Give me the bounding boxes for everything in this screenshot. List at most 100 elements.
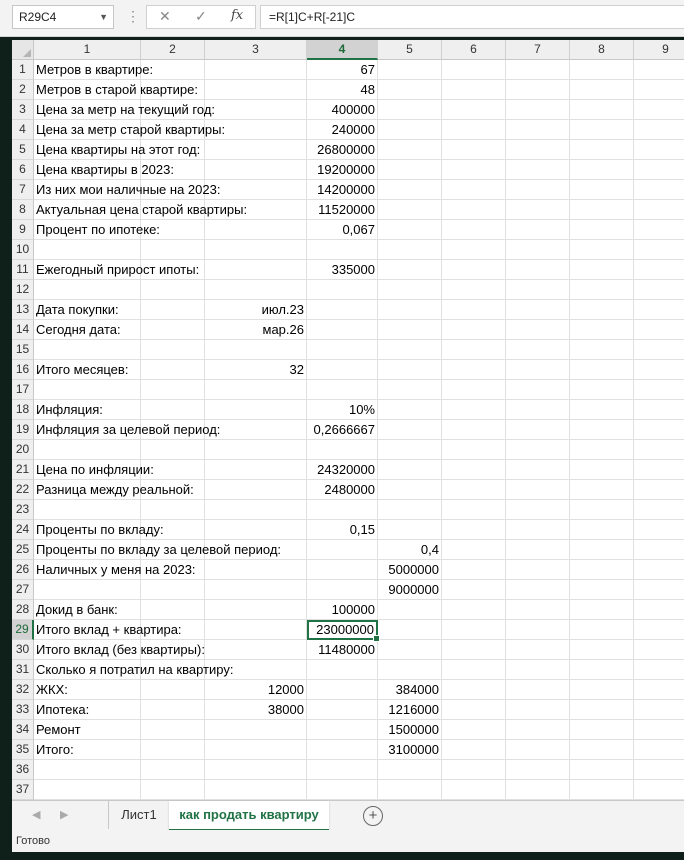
grid-cell[interactable] <box>205 440 307 460</box>
grid-cell[interactable]: Сколько я потратил на квартиру: <box>34 660 233 680</box>
grid-cell[interactable]: Цена за метр старой квартиры: <box>34 120 225 140</box>
grid-cell[interactable]: Итого вклад (без квартиры): <box>34 640 205 660</box>
row-header[interactable]: 24 <box>12 520 34 540</box>
grid-cell[interactable] <box>570 560 634 580</box>
grid-cell[interactable] <box>506 60 570 80</box>
grid-cell[interactable] <box>506 620 570 640</box>
row-header[interactable]: 29 <box>12 620 34 640</box>
row-header[interactable]: 31 <box>12 660 34 680</box>
grid-cell[interactable] <box>506 380 570 400</box>
grid-cell[interactable] <box>34 760 141 780</box>
grid-cell[interactable] <box>378 320 442 340</box>
grid-cell[interactable]: Метров в квартире: <box>34 60 153 80</box>
row-header[interactable]: 22 <box>12 480 34 500</box>
select-all-corner[interactable] <box>12 40 34 60</box>
grid-cell[interactable]: 24320000 <box>307 460 378 480</box>
grid-cell[interactable]: 48 <box>307 80 378 100</box>
grid-cell[interactable] <box>570 700 634 720</box>
row-header[interactable]: 8 <box>12 200 34 220</box>
grid-cell[interactable] <box>506 440 570 460</box>
grid-cell[interactable] <box>205 260 307 280</box>
grid-cell[interactable]: Наличных у меня на 2023: <box>34 560 196 580</box>
grid-cell[interactable] <box>442 380 506 400</box>
grid-cell[interactable] <box>506 580 570 600</box>
grid-cell[interactable] <box>442 400 506 420</box>
grid-cell[interactable] <box>506 560 570 580</box>
grid-cell[interactable]: Метров в старой квартире: <box>34 80 198 100</box>
row-header[interactable]: 20 <box>12 440 34 460</box>
grid-cell[interactable]: 335000 <box>307 260 378 280</box>
grid-cell[interactable]: Ремонт <box>34 720 141 740</box>
confirm-icon[interactable]: ✓ <box>195 8 207 25</box>
grid-cell[interactable] <box>205 780 307 800</box>
grid-cell[interactable] <box>570 780 634 800</box>
grid-cell[interactable]: 11480000 <box>307 640 378 660</box>
grid-cell[interactable] <box>378 180 442 200</box>
grid-cell[interactable] <box>506 180 570 200</box>
grid-cell[interactable] <box>378 520 442 540</box>
grid-cell[interactable] <box>205 560 307 580</box>
column-header[interactable]: 6 <box>442 40 506 60</box>
grid-cell[interactable] <box>307 700 378 720</box>
grid-cell[interactable] <box>570 140 634 160</box>
grid-cell[interactable] <box>634 600 684 620</box>
grid-cell[interactable] <box>141 400 205 420</box>
name-box[interactable]: R29C4 ▼ <box>12 5 114 29</box>
grid-cell[interactable] <box>141 340 205 360</box>
grid-cell[interactable] <box>506 720 570 740</box>
grid-cell[interactable] <box>634 660 684 680</box>
grid-cell[interactable] <box>378 760 442 780</box>
grid-cell[interactable] <box>442 580 506 600</box>
grid-cell[interactable] <box>442 360 506 380</box>
grid-cell[interactable] <box>141 240 205 260</box>
grid-cell[interactable] <box>141 500 205 520</box>
row-header[interactable]: 2 <box>12 80 34 100</box>
grid-cell[interactable] <box>442 500 506 520</box>
grid-cell[interactable] <box>442 320 506 340</box>
grid-cell[interactable] <box>141 700 205 720</box>
grid-cell[interactable] <box>570 120 634 140</box>
grid-cell[interactable] <box>34 440 141 460</box>
grid-cell[interactable] <box>141 440 205 460</box>
grid-cell[interactable] <box>307 320 378 340</box>
grid-cell[interactable] <box>442 140 506 160</box>
active-cell[interactable]: 23000000 <box>307 620 380 642</box>
grid-cell[interactable] <box>634 520 684 540</box>
grid-cell[interactable] <box>307 760 378 780</box>
grid-cell[interactable] <box>378 200 442 220</box>
grid-cell[interactable] <box>570 300 634 320</box>
grid-cell[interactable] <box>34 340 141 360</box>
spreadsheet-grid[interactable]: 12345678911Метров в квартире:672Метров в… <box>12 40 684 800</box>
grid-cell[interactable] <box>442 640 506 660</box>
grid-cell[interactable]: Разница между реальной: <box>34 480 194 500</box>
grid-cell[interactable] <box>570 420 634 440</box>
insert-function-icon[interactable]: fx <box>231 8 243 23</box>
grid-cell[interactable]: 12000 <box>205 680 307 700</box>
grid-cell[interactable] <box>141 320 205 340</box>
grid-cell[interactable] <box>141 300 205 320</box>
grid-cell[interactable] <box>205 740 307 760</box>
grid-cell[interactable] <box>570 640 634 660</box>
grid-cell[interactable] <box>378 400 442 420</box>
grid-cell[interactable] <box>141 780 205 800</box>
grid-cell[interactable] <box>378 240 442 260</box>
grid-cell[interactable] <box>634 260 684 280</box>
grid-cell[interactable]: Цена квартиры на этот год: <box>34 140 200 160</box>
formula-input[interactable]: =R[1]C+R[-21]C <box>260 5 684 29</box>
grid-cell[interactable] <box>634 460 684 480</box>
grid-cell[interactable] <box>634 420 684 440</box>
grid-cell[interactable] <box>307 660 378 680</box>
grid-cell[interactable] <box>506 640 570 660</box>
grid-cell[interactable] <box>570 320 634 340</box>
grid-cell[interactable] <box>205 480 307 500</box>
row-header[interactable]: 15 <box>12 340 34 360</box>
grid-cell[interactable]: 5000000 <box>378 560 442 580</box>
grid-cell[interactable] <box>506 600 570 620</box>
grid-cell[interactable]: 240000 <box>307 120 378 140</box>
grid-cell[interactable] <box>506 200 570 220</box>
grid-cell[interactable] <box>141 760 205 780</box>
grid-cell[interactable] <box>634 80 684 100</box>
grid-cell[interactable] <box>307 680 378 700</box>
grid-cell[interactable] <box>205 460 307 480</box>
grid-cell[interactable] <box>378 600 442 620</box>
